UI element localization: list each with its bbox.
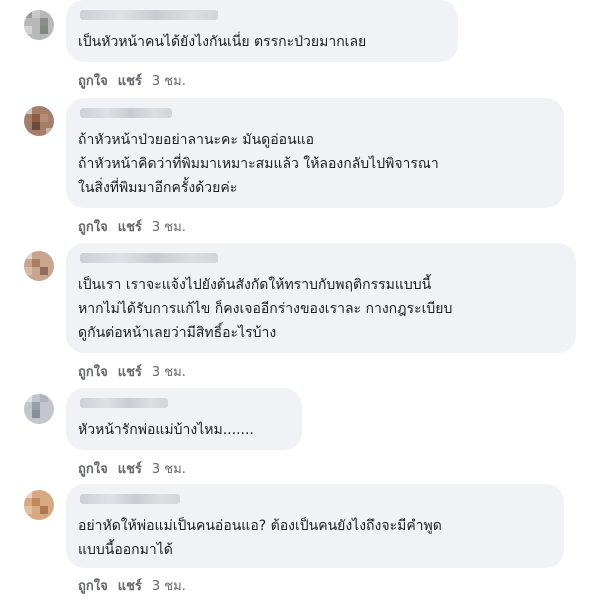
like-button[interactable]: ถูกใจ bbox=[78, 458, 108, 479]
comment-actions: ถูกใจ แชร์ 3 ชม. bbox=[78, 575, 186, 596]
avatar[interactable] bbox=[24, 490, 54, 520]
comment-text: หัวหน้ารักพ่อแม่บ้างไหม....... bbox=[78, 422, 254, 438]
comment-bubble: เป็นหัวหน้าคนได้ยังไงกันเนี่ย ตรรกะป่วยม… bbox=[66, 0, 458, 62]
comment-timestamp[interactable]: 3 ชม. bbox=[152, 458, 186, 479]
comment-timestamp[interactable]: 3 ชม. bbox=[152, 216, 186, 237]
share-button[interactable]: แชร์ bbox=[118, 575, 142, 596]
comment-actions: ถูกใจ แชร์ 3 ชม. bbox=[78, 458, 186, 479]
comment-text: เป็นหัวหน้าคนได้ยังไงกันเนี่ย ตรรกะป่วยม… bbox=[78, 34, 367, 50]
comment-bubble: เป็นเรา เราจะแจ้งไปยังต้นสังกัดให้ทราบกั… bbox=[66, 243, 576, 353]
commenter-name[interactable] bbox=[80, 253, 218, 263]
avatar[interactable] bbox=[24, 106, 54, 136]
commenter-name[interactable] bbox=[80, 10, 218, 20]
comment-timestamp[interactable]: 3 ชม. bbox=[152, 70, 186, 91]
like-button[interactable]: ถูกใจ bbox=[78, 216, 108, 237]
avatar[interactable] bbox=[24, 10, 54, 40]
share-button[interactable]: แชร์ bbox=[118, 361, 142, 382]
comment-text: ถ้าหัวหน้าป่วยอย่าลานะคะ มันดูอ่อนแอ ถ้า… bbox=[78, 132, 439, 196]
comment-timestamp[interactable]: 3 ชม. bbox=[152, 361, 186, 382]
commenter-name[interactable] bbox=[80, 108, 172, 118]
like-button[interactable]: ถูกใจ bbox=[78, 70, 108, 91]
comment-actions: ถูกใจ แชร์ 3 ชม. bbox=[78, 70, 186, 91]
like-button[interactable]: ถูกใจ bbox=[78, 575, 108, 596]
comment-actions: ถูกใจ แชร์ 3 ชม. bbox=[78, 216, 186, 237]
commenter-name[interactable] bbox=[80, 494, 180, 504]
share-button[interactable]: แชร์ bbox=[118, 216, 142, 237]
share-button[interactable]: แชร์ bbox=[118, 70, 142, 91]
comment-bubble: อย่าหัดให้พ่อแม่เป็นคนอ่อนแอ? ต้องเป็นคน… bbox=[66, 484, 564, 568]
comment-bubble: หัวหน้ารักพ่อแม่บ้างไหม....... bbox=[66, 388, 302, 450]
commenter-name[interactable] bbox=[80, 398, 168, 408]
comment-actions: ถูกใจ แชร์ 3 ชม. bbox=[78, 361, 186, 382]
comment-text: อย่าหัดให้พ่อแม่เป็นคนอ่อนแอ? ต้องเป็นคน… bbox=[78, 518, 442, 558]
comment-timestamp[interactable]: 3 ชม. bbox=[152, 575, 186, 596]
like-button[interactable]: ถูกใจ bbox=[78, 361, 108, 382]
comment-bubble: ถ้าหัวหน้าป่วยอย่าลานะคะ มันดูอ่อนแอ ถ้า… bbox=[66, 98, 564, 208]
avatar[interactable] bbox=[24, 251, 54, 281]
comment-text: เป็นเรา เราจะแจ้งไปยังต้นสังกัดให้ทราบกั… bbox=[78, 277, 453, 341]
share-button[interactable]: แชร์ bbox=[118, 458, 142, 479]
avatar[interactable] bbox=[24, 394, 54, 424]
